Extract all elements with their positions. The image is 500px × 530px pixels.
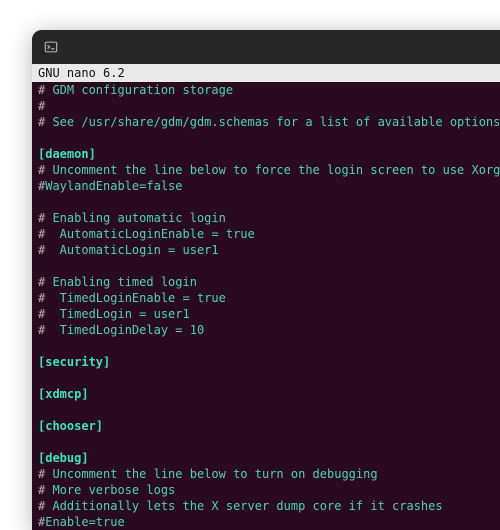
editor-line: # Uncomment the line below to turn on de…: [38, 466, 500, 482]
editor-text: TimedLoginDelay = 10: [45, 323, 204, 337]
editor-line: # More verbose logs: [38, 482, 500, 498]
editor-line: # Enabling timed login: [38, 274, 500, 290]
editor-line: # TimedLoginEnable = true: [38, 290, 500, 306]
editor-text: TimedLogin = user1: [45, 307, 190, 321]
editor-text: GDM configuration storage: [45, 83, 233, 97]
editor-line: # TimedLogin = user1: [38, 306, 500, 322]
nano-editor-area[interactable]: # GDM configuration storage## See /usr/s…: [32, 82, 500, 530]
editor-text: Additionally lets the X server dump core…: [45, 499, 442, 513]
editor-line: #: [38, 98, 500, 114]
editor-line: [38, 434, 500, 450]
editor-text: AutomaticLogin = user1: [45, 243, 218, 257]
comment-mark: #: [38, 515, 45, 529]
editor-line: [38, 130, 500, 146]
editor-line: # AutomaticLoginEnable = true: [38, 226, 500, 242]
editor-text: [chooser]: [38, 419, 103, 433]
editor-line: # AutomaticLogin = user1: [38, 242, 500, 258]
editor-line: #WaylandEnable=false: [38, 178, 500, 194]
terminal-icon: [44, 40, 58, 54]
editor-text: [debug]: [38, 451, 89, 465]
editor-line: #Enable=true: [38, 514, 500, 530]
editor-text: AutomaticLoginEnable = true: [45, 227, 255, 241]
editor-line: [daemon]: [38, 146, 500, 162]
editor-text: TimedLoginEnable = true: [45, 291, 226, 305]
editor-line: # Enabling automatic login: [38, 210, 500, 226]
editor-text: Enable=true: [45, 515, 124, 529]
editor-text: Enabling automatic login: [45, 211, 226, 225]
editor-line: # GDM configuration storage: [38, 82, 500, 98]
editor-text: Uncomment the line below to force the lo…: [45, 163, 500, 177]
editor-line: [38, 258, 500, 274]
editor-text: More verbose logs: [45, 483, 175, 497]
editor-text: Enabling timed login: [45, 275, 197, 289]
editor-line: # Additionally lets the X server dump co…: [38, 498, 500, 514]
editor-text: WaylandEnable=false: [45, 179, 182, 193]
editor-line: # Uncomment the line below to force the …: [38, 162, 500, 178]
nano-title-bar: GNU nano 6.2: [32, 64, 500, 82]
window-titlebar[interactable]: [32, 30, 500, 64]
editor-text: Uncomment the line below to turn on debu…: [45, 467, 377, 481]
editor-line: [xdmcp]: [38, 386, 500, 402]
editor-text: [security]: [38, 355, 110, 369]
editor-line: [debug]: [38, 450, 500, 466]
editor-text: See /usr/share/gdm/gdm.schemas for a lis…: [45, 115, 500, 129]
editor-text: [daemon]: [38, 147, 96, 161]
comment-mark: #: [38, 99, 45, 113]
editor-line: # See /usr/share/gdm/gdm.schemas for a l…: [38, 114, 500, 130]
editor-line: [security]: [38, 354, 500, 370]
comment-mark: #: [38, 499, 45, 513]
editor-text: [xdmcp]: [38, 387, 89, 401]
editor-line: [38, 194, 500, 210]
editor-line: [38, 370, 500, 386]
editor-line: [38, 338, 500, 354]
editor-line: # TimedLoginDelay = 10: [38, 322, 500, 338]
editor-line: [38, 402, 500, 418]
terminal-window: GNU nano 6.2 # GDM configuration storage…: [32, 30, 500, 530]
editor-line: [chooser]: [38, 418, 500, 434]
